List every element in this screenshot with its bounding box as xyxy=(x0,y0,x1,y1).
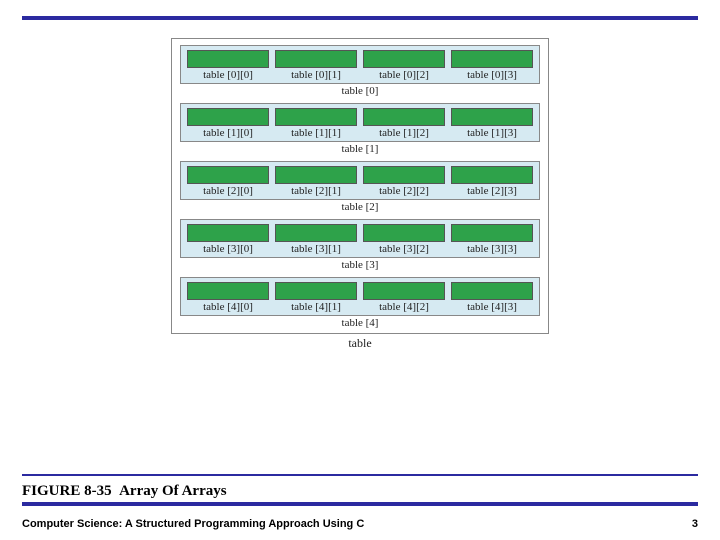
figure: table [0][0] table [0][1] table [0][2] t… xyxy=(0,38,720,351)
cell-label: table [3][2] xyxy=(379,243,429,255)
row-box: table [4][0] table [4][1] table [4][2] t… xyxy=(180,277,540,316)
cell-label: table [4][1] xyxy=(291,301,341,313)
array-row: table [2][0] table [2][1] table [2][2] t… xyxy=(180,161,540,213)
cell-label: table [1][0] xyxy=(203,127,253,139)
cell-box xyxy=(451,166,533,184)
array-cell: table [2][2] xyxy=(363,166,445,197)
array-cell: table [4][2] xyxy=(363,282,445,313)
cell-label: table [2][3] xyxy=(467,185,517,197)
cell-label: table [2][2] xyxy=(379,185,429,197)
array-row: table [4][0] table [4][1] table [4][2] t… xyxy=(180,277,540,329)
caption-divider-bottom xyxy=(22,502,698,506)
cell-label: table [4][2] xyxy=(379,301,429,313)
cell-label: table [0][2] xyxy=(379,69,429,81)
outer-array-box: table [0][0] table [0][1] table [0][2] t… xyxy=(171,38,549,334)
array-cell: table [3][0] xyxy=(187,224,269,255)
array-cell: table [4][0] xyxy=(187,282,269,313)
cell-box xyxy=(451,224,533,242)
array-row: table [0][0] table [0][1] table [0][2] t… xyxy=(180,45,540,97)
cell-box xyxy=(187,108,269,126)
cell-label: table [2][1] xyxy=(291,185,341,197)
row-label: table [4] xyxy=(342,317,379,329)
slide-footer: Computer Science: A Structured Programmi… xyxy=(22,518,698,530)
cell-box xyxy=(275,50,357,68)
array-cell: table [3][1] xyxy=(275,224,357,255)
array-cell: table [0][1] xyxy=(275,50,357,81)
book-title: Computer Science: A Structured Programmi… xyxy=(22,518,364,530)
row-box: table [3][0] table [3][1] table [3][2] t… xyxy=(180,219,540,258)
figure-title: Array Of Arrays xyxy=(119,483,226,499)
cell-box xyxy=(187,282,269,300)
cell-box xyxy=(275,224,357,242)
cell-box xyxy=(187,50,269,68)
row-box: table [0][0] table [0][1] table [0][2] t… xyxy=(180,45,540,84)
array-row: table [3][0] table [3][1] table [3][2] t… xyxy=(180,219,540,271)
cell-box xyxy=(363,108,445,126)
figure-caption: FIGURE 8-35 Array Of Arrays xyxy=(22,483,227,500)
array-row: table [1][0] table [1][1] table [1][2] t… xyxy=(180,103,540,155)
cell-box xyxy=(363,50,445,68)
cell-box xyxy=(451,282,533,300)
cell-label: table [1][3] xyxy=(467,127,517,139)
array-cell: table [1][1] xyxy=(275,108,357,139)
cell-box xyxy=(451,50,533,68)
array-cell: table [0][2] xyxy=(363,50,445,81)
array-cell: table [0][0] xyxy=(187,50,269,81)
figure-number: FIGURE 8-35 xyxy=(22,483,112,499)
array-cell: table [0][3] xyxy=(451,50,533,81)
cell-box xyxy=(187,166,269,184)
cell-label: table [4][3] xyxy=(467,301,517,313)
page-number: 3 xyxy=(692,518,698,530)
slide: table [0][0] table [0][1] table [0][2] t… xyxy=(0,0,720,540)
cell-box xyxy=(363,282,445,300)
row-label: table [1] xyxy=(342,143,379,155)
cell-label: table [0][1] xyxy=(291,69,341,81)
cell-box xyxy=(363,224,445,242)
caption-divider-top xyxy=(22,474,698,476)
cell-box xyxy=(275,282,357,300)
row-box: table [2][0] table [2][1] table [2][2] t… xyxy=(180,161,540,200)
array-cell: table [3][2] xyxy=(363,224,445,255)
cell-label: table [1][1] xyxy=(291,127,341,139)
cell-box xyxy=(275,108,357,126)
row-label: table [2] xyxy=(342,201,379,213)
cell-label: table [2][0] xyxy=(203,185,253,197)
cell-box xyxy=(187,224,269,242)
cell-label: table [3][0] xyxy=(203,243,253,255)
row-box: table [1][0] table [1][1] table [1][2] t… xyxy=(180,103,540,142)
array-cell: table [2][1] xyxy=(275,166,357,197)
row-label: table [3] xyxy=(342,259,379,271)
array-cell: table [1][0] xyxy=(187,108,269,139)
cell-box xyxy=(363,166,445,184)
cell-label: table [3][3] xyxy=(467,243,517,255)
cell-label: table [3][1] xyxy=(291,243,341,255)
array-cell: table [1][3] xyxy=(451,108,533,139)
top-divider xyxy=(22,16,698,20)
array-cell: table [3][3] xyxy=(451,224,533,255)
outer-array-label: table xyxy=(348,336,371,351)
cell-label: table [1][2] xyxy=(379,127,429,139)
array-cell: table [2][3] xyxy=(451,166,533,197)
cell-label: table [0][0] xyxy=(203,69,253,81)
cell-label: table [4][0] xyxy=(203,301,253,313)
cell-box xyxy=(275,166,357,184)
array-cell: table [4][1] xyxy=(275,282,357,313)
cell-box xyxy=(451,108,533,126)
row-label: table [0] xyxy=(342,85,379,97)
array-cell: table [4][3] xyxy=(451,282,533,313)
cell-label: table [0][3] xyxy=(467,69,517,81)
array-cell: table [2][0] xyxy=(187,166,269,197)
array-cell: table [1][2] xyxy=(363,108,445,139)
